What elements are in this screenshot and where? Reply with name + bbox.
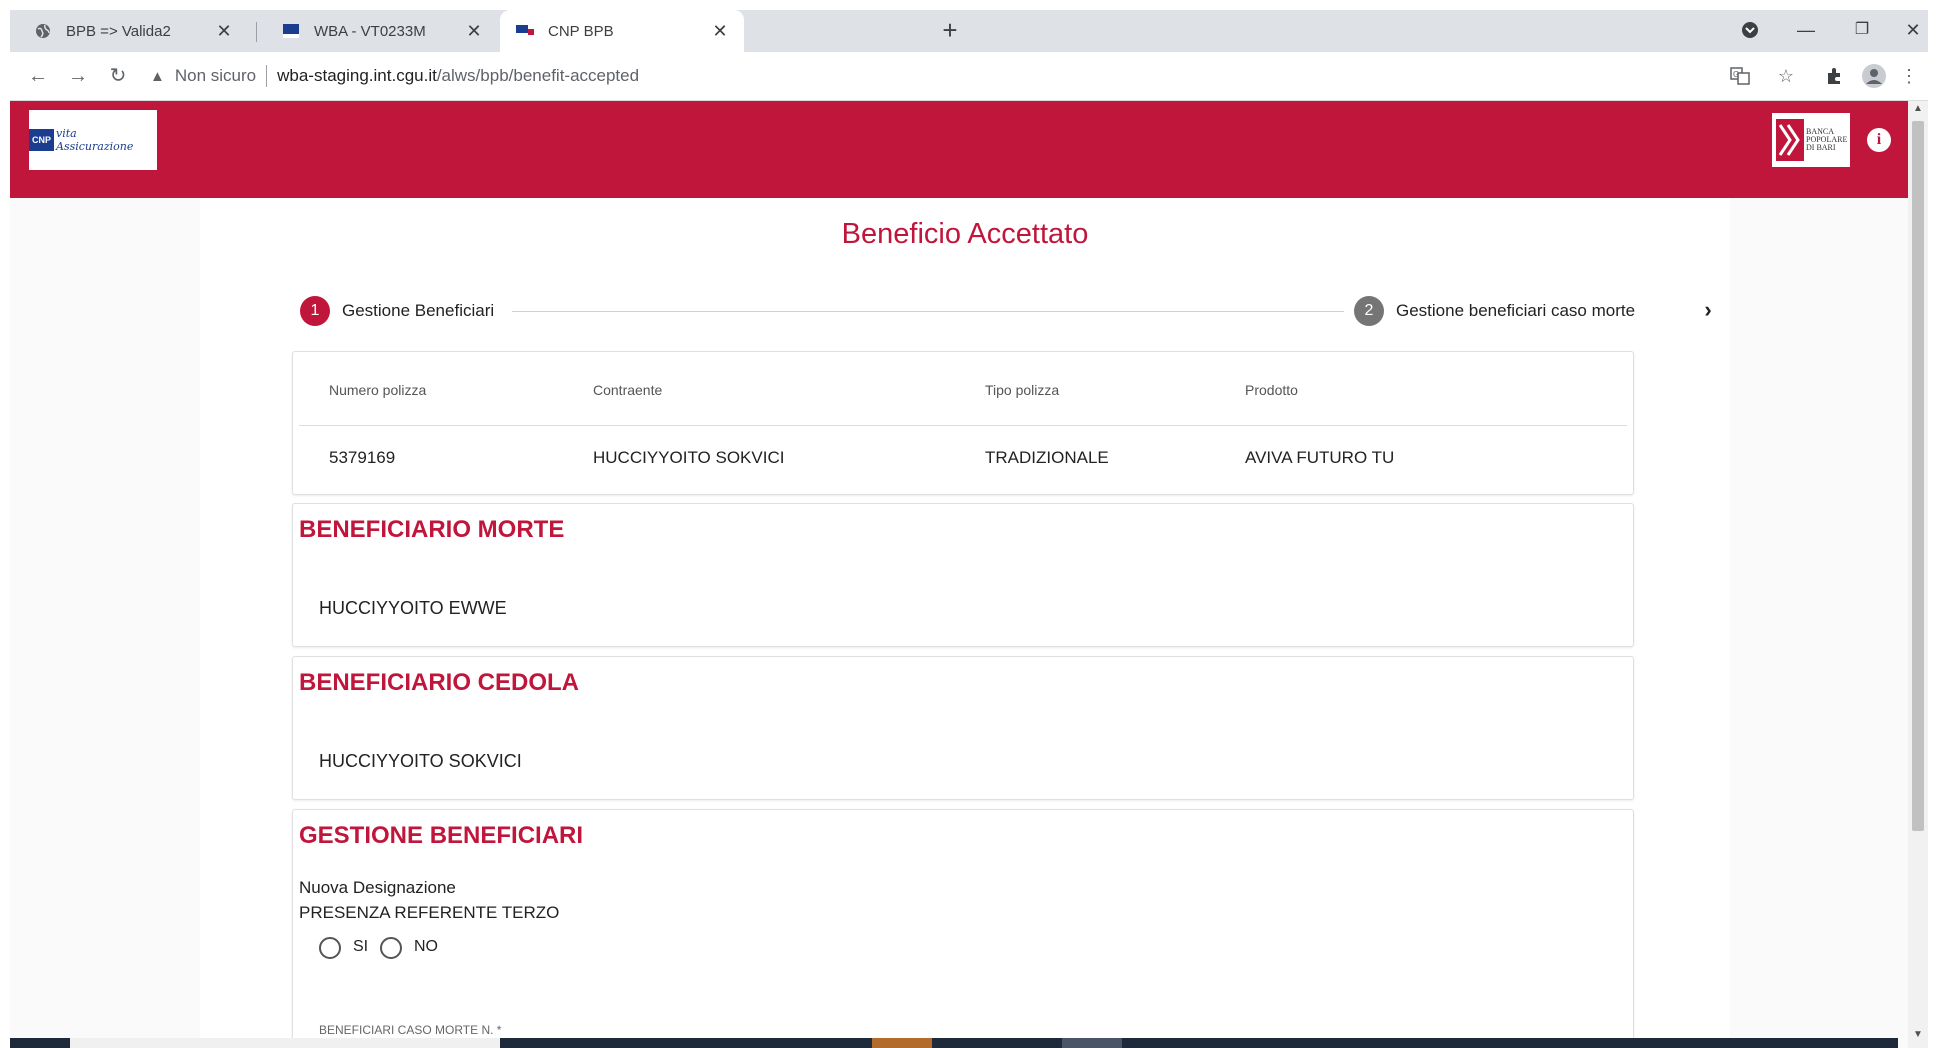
browser-menu-icon[interactable]: ⋮ bbox=[1900, 64, 1918, 88]
section-title: BENEFICIARIO CEDOLA bbox=[299, 669, 580, 696]
app-header: CNP vita Assicurazione BANCA POPOLARE DI… bbox=[10, 101, 1908, 198]
restore-button[interactable]: ❐ bbox=[1842, 16, 1882, 44]
cnp-logo[interactable]: CNP vita Assicurazione bbox=[29, 110, 157, 170]
radio-si[interactable] bbox=[319, 937, 341, 959]
header-tipo-polizza: Tipo polizza bbox=[985, 382, 1060, 398]
radio-si-label[interactable]: SI bbox=[353, 938, 368, 956]
scroll-down-arrow-icon[interactable]: ▼ bbox=[1908, 1029, 1928, 1045]
tab-bpb-valida2[interactable]: BPB => Valida2 ✕ bbox=[10, 10, 248, 52]
step-number: 2 bbox=[1354, 296, 1384, 326]
cnp-logo-text: vita Assicurazione bbox=[56, 127, 134, 153]
extensions-puzzle-icon[interactable] bbox=[1822, 64, 1846, 88]
page-viewport: CNP vita Assicurazione BANCA POPOLARE DI… bbox=[10, 101, 1908, 1048]
cnp-favicon-icon bbox=[282, 22, 300, 40]
globe-icon bbox=[34, 22, 52, 40]
section-title: BENEFICIARIO MORTE bbox=[299, 516, 565, 543]
beneficiari-caso-morte-field-label: BENEFICIARI CASO MORTE N. * bbox=[319, 1023, 502, 1037]
back-arrow-icon[interactable]: ← bbox=[24, 62, 52, 90]
stepper-connector bbox=[512, 311, 1344, 312]
step-1[interactable]: 1 Gestione Beneficiari bbox=[300, 296, 494, 326]
header-prodotto: Prodotto bbox=[1245, 382, 1298, 398]
profile-avatar-icon[interactable] bbox=[1862, 64, 1886, 88]
tab-divider bbox=[256, 22, 257, 42]
info-icon[interactable]: i bbox=[1867, 128, 1891, 152]
close-window-button[interactable]: ✕ bbox=[1898, 16, 1928, 44]
section-title: GESTIONE BENEFICIARI bbox=[299, 822, 584, 849]
taskbar-app[interactable] bbox=[1062, 1038, 1122, 1048]
translate-icon[interactable]: G bbox=[1728, 64, 1752, 88]
tab-search-icon[interactable] bbox=[1730, 16, 1770, 44]
svg-text:G: G bbox=[1733, 70, 1739, 79]
reload-icon[interactable]: ↻ bbox=[104, 62, 132, 90]
vertical-scrollbar[interactable]: ▲ ▼ bbox=[1908, 101, 1928, 1048]
url-path: /alws/bpb/benefit-accepted bbox=[436, 66, 640, 85]
os-taskbar bbox=[10, 1038, 1898, 1048]
tab-title: CNP BPB bbox=[548, 22, 614, 40]
taskbar-search[interactable] bbox=[70, 1038, 500, 1048]
tab-wba[interactable]: WBA - VT0233M ✕ bbox=[258, 10, 498, 52]
step-2[interactable]: 2 Gestione beneficiari caso morte bbox=[1354, 296, 1635, 326]
warning-triangle-icon: ▲ bbox=[150, 67, 165, 85]
beneficiary-name: HUCCIYYOITO SOKVICI bbox=[319, 751, 522, 771]
bpb-logo-line: DI BARI bbox=[1806, 143, 1836, 152]
table-divider bbox=[299, 425, 1627, 426]
url-divider bbox=[266, 65, 268, 87]
tab-strip: BPB => Valida2 ✕ WBA - VT0233M ✕ CNP BPB… bbox=[10, 10, 1928, 52]
close-tab-icon[interactable]: ✕ bbox=[710, 21, 730, 41]
gestione-beneficiari-card: GESTIONE BENEFICIARI Nuova Designazione … bbox=[292, 809, 1634, 1048]
minimize-button[interactable]: — bbox=[1786, 16, 1826, 44]
tab-title: BPB => Valida2 bbox=[66, 22, 171, 40]
page-title: Beneficio Accettato bbox=[841, 218, 1089, 250]
taskbar-app[interactable] bbox=[872, 1038, 932, 1048]
cell-prodotto: AVIVA FUTURO TU bbox=[1245, 448, 1395, 467]
designation-label: Nuova Designazione bbox=[299, 878, 456, 897]
close-tab-icon[interactable]: ✕ bbox=[464, 21, 484, 41]
policy-summary-card: Numero polizza Contraente Tipo polizza P… bbox=[292, 351, 1634, 495]
chevron-right-icon[interactable]: › bbox=[1696, 298, 1720, 322]
radio-no[interactable] bbox=[380, 937, 402, 959]
referente-terzo-question: PRESENZA REFERENTE TERZO bbox=[299, 903, 560, 922]
address-bar[interactable]: ▲ Non sicuro wba-staging.int.cgu.it/alws… bbox=[150, 58, 1790, 94]
tab-title: WBA - VT0233M bbox=[314, 22, 426, 40]
browser-toolbar: ← → ↻ ▲ Non sicuro wba-staging.int.cgu.i… bbox=[10, 52, 1928, 101]
beneficiario-cedola-card: BENEFICIARIO CEDOLA HUCCIYYOITO SOKVICI bbox=[292, 656, 1634, 800]
security-label: Non sicuro bbox=[174, 66, 257, 85]
cell-tipo-polizza: TRADIZIONALE bbox=[985, 448, 1109, 467]
beneficiary-name: HUCCIYYOITO EWWE bbox=[319, 598, 507, 618]
browser-window: BPB => Valida2 ✕ WBA - VT0233M ✕ CNP BPB… bbox=[10, 10, 1928, 1048]
scrollbar-thumb[interactable] bbox=[1912, 121, 1924, 831]
step-number: 1 bbox=[300, 296, 330, 326]
cell-numero-polizza: 5379169 bbox=[329, 448, 396, 467]
bpb-chevron-icon bbox=[1776, 119, 1804, 161]
beneficiario-morte-card: BENEFICIARIO MORTE HUCCIYYOITO EWWE bbox=[292, 503, 1634, 647]
screen: BPB => Valida2 ✕ WBA - VT0233M ✕ CNP BPB… bbox=[0, 0, 1938, 1048]
cnp-logo-mark: CNP bbox=[29, 129, 55, 151]
url-host: wba-staging.int.cgu.it bbox=[277, 66, 437, 85]
step-label: Gestione Beneficiari bbox=[342, 301, 495, 320]
header-contraente: Contraente bbox=[593, 382, 663, 398]
cnp-favicon-icon bbox=[516, 22, 534, 40]
banca-popolare-bari-logo: BANCA POPOLARE DI BARI bbox=[1772, 113, 1850, 167]
header-numero-polizza: Numero polizza bbox=[329, 382, 427, 398]
tab-cnp-bpb[interactable]: CNP BPB ✕ bbox=[500, 10, 744, 52]
main-content: Beneficio Accettato 1 Gestione Beneficia… bbox=[200, 198, 1730, 1048]
forward-arrow-icon[interactable]: → bbox=[64, 62, 92, 90]
new-tab-button[interactable]: + bbox=[938, 17, 962, 43]
close-tab-icon[interactable]: ✕ bbox=[214, 21, 234, 41]
star-bookmark-icon[interactable]: ☆ bbox=[1774, 64, 1798, 88]
scroll-up-arrow-icon[interactable]: ▲ bbox=[1908, 103, 1928, 119]
radio-no-label[interactable]: NO bbox=[414, 938, 438, 956]
cell-contraente: HUCCIYYOITO SOKVICI bbox=[593, 448, 785, 467]
step-label: Gestione beneficiari caso morte bbox=[1396, 301, 1636, 320]
